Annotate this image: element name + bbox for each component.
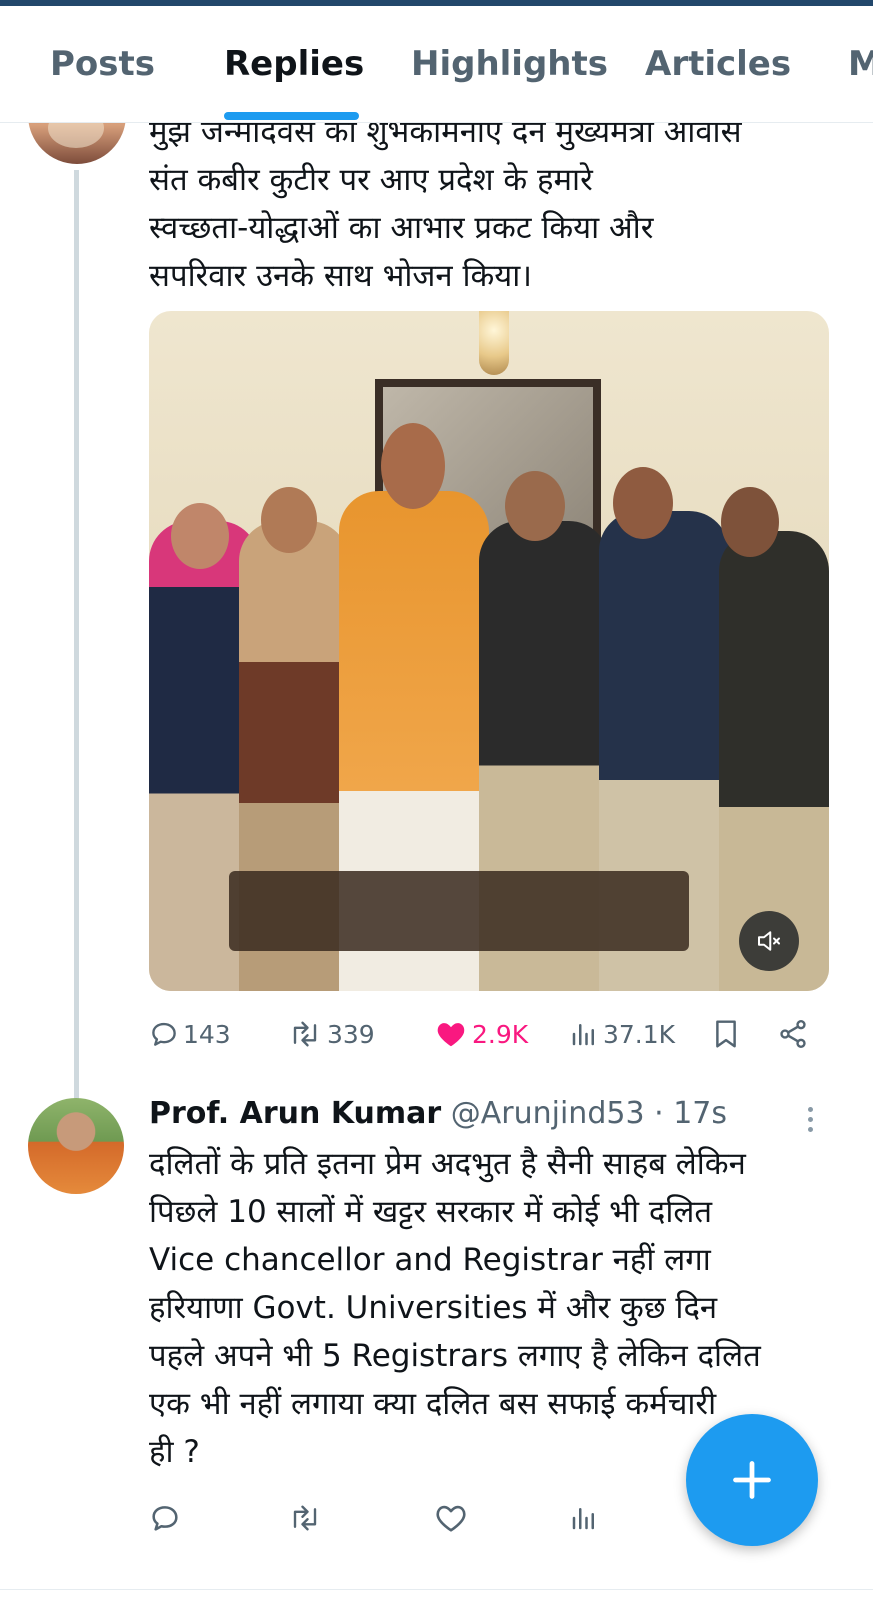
compose-button[interactable] bbox=[686, 1414, 818, 1546]
tweet-text-line: सपरिवार उनके साथ भोजन किया। bbox=[149, 258, 533, 294]
compose-icon bbox=[733, 1461, 771, 1499]
reply-icon bbox=[152, 1022, 176, 1046]
repost-count: 339 bbox=[327, 1019, 375, 1049]
like-button[interactable] bbox=[434, 1496, 468, 1540]
like-icon bbox=[437, 1023, 465, 1047]
thread-connector bbox=[74, 170, 79, 1115]
more-button[interactable] bbox=[798, 1102, 822, 1138]
views-button[interactable]: 37.1K bbox=[569, 1012, 675, 1056]
meta-separator: · bbox=[654, 1096, 664, 1131]
reply-text-line: Vice chancellor and Registrar नहीं लगा bbox=[149, 1242, 711, 1278]
avatar[interactable] bbox=[28, 1098, 124, 1194]
bookmark-icon bbox=[716, 1020, 736, 1048]
tab-posts[interactable]: Posts bbox=[50, 44, 155, 84]
repost-icon bbox=[293, 1021, 317, 1047]
post-time[interactable]: 17s bbox=[673, 1096, 727, 1131]
views-button[interactable] bbox=[569, 1496, 599, 1540]
divider bbox=[0, 1589, 873, 1590]
tweet-actions: 143 339 2.9K 37.1K bbox=[149, 1012, 849, 1056]
person-head bbox=[505, 471, 565, 541]
person-head bbox=[261, 487, 317, 553]
like-count: 2.9K bbox=[472, 1019, 529, 1049]
tab-highlights[interactable]: Highlights bbox=[411, 44, 608, 84]
person-head bbox=[381, 423, 445, 509]
share-icon bbox=[780, 1020, 806, 1048]
like-icon bbox=[436, 1505, 466, 1532]
share-button[interactable] bbox=[777, 1012, 809, 1056]
tab-replies[interactable]: Replies bbox=[224, 44, 364, 84]
repost-button[interactable] bbox=[287, 1496, 323, 1540]
repost-icon bbox=[293, 1505, 317, 1531]
reply-header: Prof. Arun Kumar @Arunjind53 · 17s bbox=[149, 1096, 727, 1131]
reply-text-line: पिछले 10 सालों में खट्टर सरकार में कोई भ… bbox=[149, 1194, 713, 1230]
reply-icon bbox=[152, 1506, 178, 1531]
repost-button[interactable]: 339 bbox=[287, 1012, 375, 1056]
tweet-text-line: स्वच्छता-योद्धाओं का आभार प्रकट किया और bbox=[149, 210, 654, 246]
views-count: 37.1K bbox=[603, 1019, 676, 1049]
views-icon bbox=[572, 1024, 594, 1046]
reply-text-line: पहले अपने भी 5 Registrars लगाए है लेकिन … bbox=[149, 1338, 761, 1374]
bookmark-button[interactable] bbox=[711, 1012, 741, 1056]
views-icon bbox=[572, 1508, 594, 1530]
person-head bbox=[721, 487, 779, 557]
tweet-video[interactable] bbox=[149, 311, 829, 991]
person-head bbox=[171, 503, 229, 569]
author-name[interactable]: Prof. Arun Kumar bbox=[149, 1096, 441, 1131]
reply-count: 143 bbox=[183, 1019, 231, 1049]
profile-tabs: Posts Replies Highlights Articles M bbox=[0, 6, 873, 123]
mute-button[interactable] bbox=[739, 911, 799, 971]
tweet-text: मुझे जन्मदिवस की शुभकामनाएं देने मुख्यमं… bbox=[149, 108, 849, 300]
reply-button[interactable]: 143 bbox=[149, 1012, 231, 1056]
tweet-text-line: संत कबीर कुटीर पर आए प्रदेश के हमारे bbox=[149, 162, 593, 198]
author-handle[interactable]: @Arunjind53 bbox=[451, 1096, 645, 1131]
mute-icon bbox=[758, 931, 780, 951]
reply-text-line: हरियाणा Govt. Universities में और कुछ दि… bbox=[149, 1290, 718, 1326]
table bbox=[229, 871, 689, 951]
like-button[interactable]: 2.9K bbox=[434, 1012, 528, 1056]
person-head bbox=[613, 467, 673, 539]
wall-lamp bbox=[479, 311, 509, 375]
reply-button[interactable] bbox=[149, 1496, 181, 1540]
tab-articles[interactable]: Articles bbox=[645, 44, 791, 84]
active-tab-indicator bbox=[224, 112, 359, 120]
more-icon bbox=[798, 1107, 822, 1132]
tab-overflow[interactable]: M bbox=[848, 44, 873, 84]
reply-text-line: दलितों के प्रति इतना प्रेम अदभुत है सैनी… bbox=[149, 1146, 746, 1182]
